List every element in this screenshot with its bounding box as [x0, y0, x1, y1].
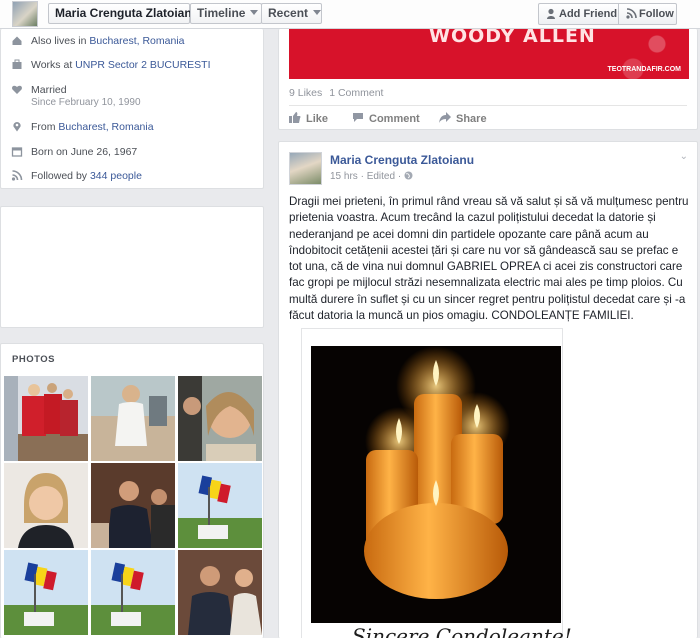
photo-thumb[interactable] — [178, 376, 262, 461]
meta-separator: · — [397, 171, 402, 182]
photo-flag-park — [178, 463, 262, 548]
photos-card: PHOTOS — [0, 343, 264, 638]
candles-image — [311, 346, 561, 623]
comments-count[interactable]: 1 Comment — [329, 87, 383, 99]
rss-icon — [11, 170, 23, 181]
intro-lives-link[interactable]: Bucharest, Romania — [89, 35, 184, 47]
photo-thumb[interactable] — [178, 550, 262, 635]
photo-event-people — [91, 463, 175, 548]
post-woody-allen: WOODY ALLEN TEOTRANDAFIR.COM 9 Likes 1 C… — [278, 29, 698, 130]
photo-beach — [91, 376, 175, 461]
add-friend-button[interactable]: Add Friend — [538, 3, 619, 25]
candles-illustration — [311, 346, 561, 623]
photo-profile-portrait — [4, 463, 88, 548]
heart-icon — [12, 85, 22, 94]
follow-button[interactable]: Follow — [618, 3, 677, 25]
post-time[interactable]: 15 hrs — [330, 171, 358, 182]
share-label: Share — [456, 113, 487, 125]
globe-icon[interactable] — [404, 171, 413, 180]
photo-portrait-smile — [178, 376, 262, 461]
intro-card: Also lives in Bucharest, Romania Works a… — [0, 29, 264, 189]
photo-women-in-red — [4, 376, 88, 461]
like-label: Like — [306, 113, 329, 125]
profile-name-label: Maria Crenguta Zlatoianu — [55, 6, 200, 20]
recent-dropdown[interactable]: Recent — [261, 3, 322, 24]
photo-event-couple — [178, 550, 262, 635]
chevron-down-icon — [313, 10, 322, 15]
comment-button[interactable]: Comment — [352, 112, 420, 125]
like-button[interactable]: Like — [289, 112, 328, 125]
add-friend-icon — [547, 8, 555, 19]
post-author-name[interactable]: Maria Crenguta Zlatoianu — [330, 153, 474, 167]
profile-top-bar: Maria Crenguta Zlatoianu Timeline Recent… — [0, 0, 700, 29]
add-friend-label: Add Friend — [559, 8, 618, 20]
banner-site: TEOTRANDAFIR.COM — [607, 66, 682, 73]
comment-icon — [353, 113, 363, 122]
intro-lives-prefix: Also lives in — [31, 35, 90, 47]
calendar-icon — [11, 147, 23, 157]
intro-from-prefix: From — [31, 121, 59, 133]
shared-image-banner[interactable]: WOODY ALLEN TEOTRANDAFIR.COM — [289, 29, 689, 79]
location-pin-icon — [13, 122, 21, 132]
recent-label: Recent — [268, 6, 309, 20]
briefcase-icon — [12, 59, 22, 69]
followers-link[interactable]: 344 people — [90, 170, 142, 182]
intro-works-link[interactable]: UNPR Sector 2 BUCURESTI — [75, 59, 210, 71]
timeline-dropdown[interactable]: Timeline — [190, 3, 262, 24]
intro-followed-prefix: Followed by — [31, 170, 90, 182]
intro-married-label: Married — [31, 84, 67, 96]
post-counts: 9 Likes 1 Comment — [289, 87, 387, 99]
thumbs-up-icon — [289, 112, 301, 123]
photo-thumb[interactable] — [178, 463, 262, 548]
photo-thumb[interactable] — [91, 550, 175, 635]
photos-title[interactable]: PHOTOS — [12, 354, 55, 365]
post-options-chevron-icon[interactable]: ⌄ — [680, 151, 688, 162]
intro-from-link[interactable]: Bucharest, Romania — [58, 121, 153, 133]
photo-thumb[interactable] — [4, 376, 88, 461]
empty-card — [0, 206, 264, 328]
rss-follow-icon — [626, 8, 637, 19]
photo-flag-park — [91, 550, 175, 635]
photo-thumb[interactable] — [4, 463, 88, 548]
likes-count[interactable]: 9 Likes — [289, 87, 322, 99]
photo-thumb[interactable] — [91, 376, 175, 461]
post-image-frame[interactable]: Sincere Condoleante! — [301, 328, 572, 638]
photo-thumb[interactable] — [4, 550, 88, 635]
post-body-text: Dragii mei prieteni, în primul rând vrea… — [289, 195, 689, 323]
meta-separator: · — [360, 171, 364, 182]
post-edited[interactable]: Edited — [367, 171, 395, 182]
banner-title: WOODY ALLEN — [429, 29, 596, 47]
share-icon — [439, 112, 451, 123]
timeline-label: Timeline — [197, 6, 246, 20]
actions-divider — [289, 105, 687, 106]
intro-born-text: Born on June 26, 1967 — [31, 146, 138, 158]
author-avatar[interactable] — [289, 152, 322, 185]
chevron-down-icon — [250, 10, 259, 15]
photo-thumb[interactable] — [91, 463, 175, 548]
intro-works-prefix: Works at — [31, 59, 76, 71]
home-icon — [12, 36, 22, 45]
follow-label: Follow — [639, 8, 674, 20]
share-button[interactable]: Share — [439, 112, 487, 125]
photo-flag-park — [4, 550, 88, 635]
post-meta: 15 hrs · Edited · — [330, 171, 413, 182]
profile-name-button[interactable]: Maria Crenguta Zlatoianu — [48, 3, 199, 24]
image-caption: Sincere Condoleante! — [352, 624, 572, 638]
comment-label: Comment — [369, 113, 420, 125]
post-condolences: Maria Crenguta Zlatoianu 15 hrs · Edited… — [278, 141, 698, 638]
intro-married-since: Since February 10, 1990 — [31, 97, 141, 108]
profile-avatar[interactable] — [12, 1, 38, 27]
